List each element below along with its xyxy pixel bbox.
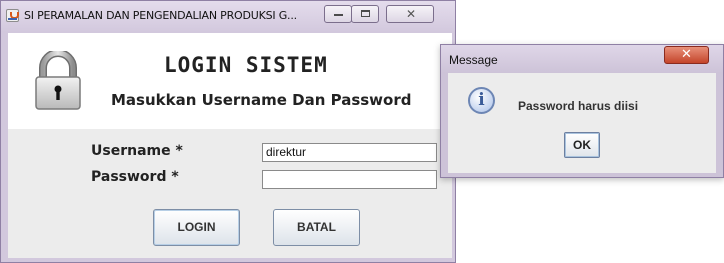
message-body: i Password harus diisi OK [448,73,716,173]
close-icon: ✕ [681,47,692,62]
login-panel: LOGIN SISTEM Masukkan Username Dan Passw… [8,33,452,258]
minimize-icon [334,14,343,16]
username-label: Username * [91,143,183,159]
java-cup-icon [6,9,19,22]
login-header: LOGIN SISTEM Masukkan Username Dan Passw… [8,33,452,129]
page-subtitle: Masukkan Username Dan Password [111,91,412,109]
message-dialog: Message ✕ i Password harus diisi OK [440,44,724,178]
message-titlebar[interactable]: Message ✕ [441,45,723,73]
login-button[interactable]: LOGIN [153,209,240,246]
message-title: Message [449,53,498,67]
message-close-button[interactable]: ✕ [664,46,709,64]
message-text: Password harus diisi [518,99,639,113]
page-title: LOGIN SISTEM [164,53,328,77]
ok-button[interactable]: OK [564,132,600,158]
password-label: Password * [91,169,179,185]
login-window: SI PERAMALAN DAN PENGENDALIAN PRODUKSI G… [0,0,456,263]
maximize-button[interactable] [351,5,379,23]
cancel-button[interactable]: BATAL [273,209,360,246]
padlock-icon [35,51,81,110]
close-icon: ✕ [406,7,417,21]
window-title: SI PERAMALAN DAN PENGENDALIAN PRODUKSI G… [24,9,297,22]
username-field[interactable]: direktur [262,143,437,162]
minimize-button[interactable] [324,5,352,23]
password-field[interactable] [262,170,437,189]
close-button[interactable]: ✕ [386,5,434,23]
information-icon: i [468,87,495,114]
maximize-icon [361,10,370,17]
login-titlebar[interactable]: SI PERAMALAN DAN PENGENDALIAN PRODUKSI G… [1,1,455,31]
